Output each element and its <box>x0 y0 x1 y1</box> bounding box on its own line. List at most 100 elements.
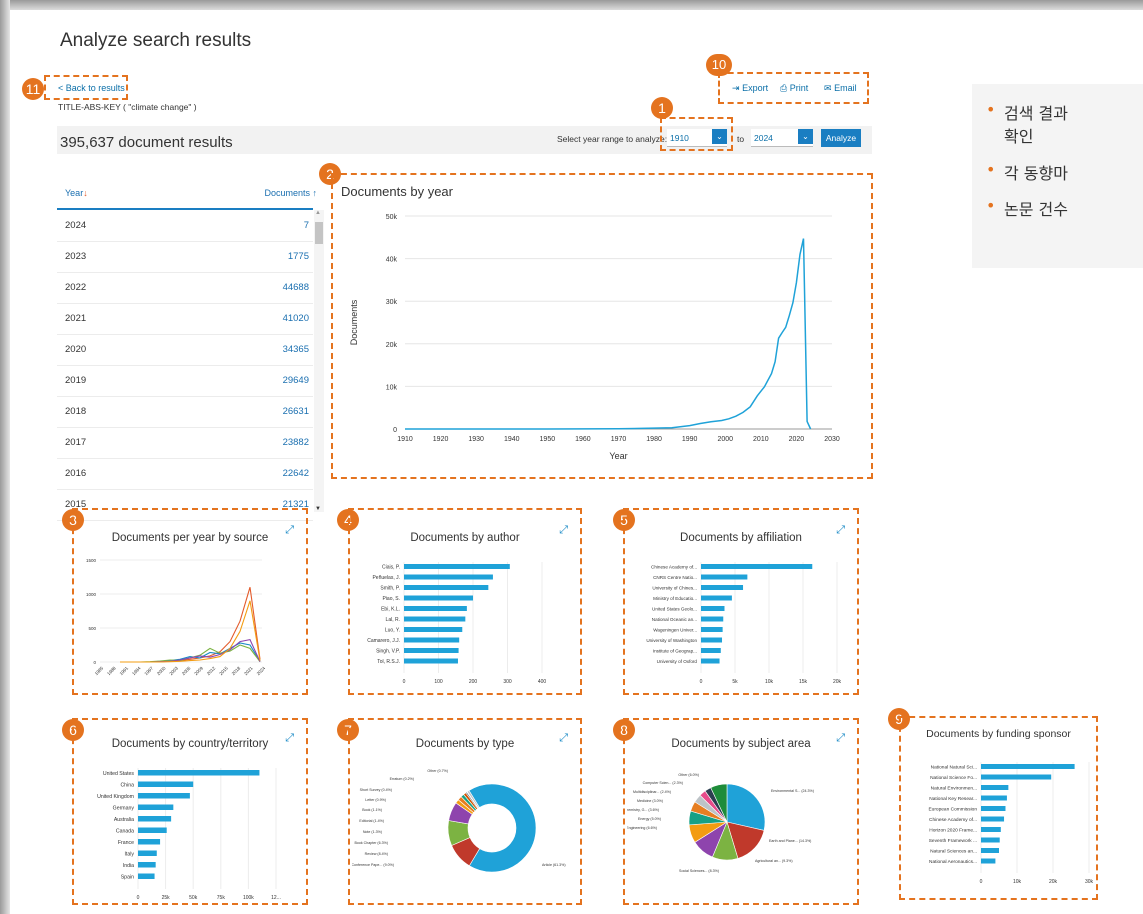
bar[interactable] <box>138 839 161 845</box>
row-documents-link[interactable]: 7 <box>304 220 309 231</box>
row-documents-link[interactable]: 26631 <box>283 406 309 417</box>
y-tick-label: 30k <box>386 299 398 306</box>
bar[interactable] <box>981 816 1005 822</box>
expand-icon[interactable]: ⤢ <box>559 732 568 745</box>
bar[interactable] <box>138 827 167 834</box>
by-type-chart: Article (61.3%) Other (0.7%) Erratum (0.2%… <box>352 769 566 873</box>
x-tick-label: 2024 <box>256 665 267 676</box>
bar[interactable] <box>981 785 1009 790</box>
x-tick-label: 0 <box>403 679 406 685</box>
bar[interactable] <box>404 616 466 622</box>
window-top-border <box>0 0 1143 10</box>
expand-icon[interactable]: ⤢ <box>285 524 294 537</box>
bar[interactable] <box>404 658 458 664</box>
x-tick-label: 1991 <box>119 665 130 676</box>
x-tick-label: 20k <box>1049 879 1058 885</box>
bar[interactable] <box>701 627 723 632</box>
row-documents-link[interactable]: 29649 <box>283 375 309 386</box>
bar[interactable] <box>701 564 813 569</box>
y-tick-label: 0 <box>93 660 96 665</box>
category-label: National Aeronautics... <box>929 859 977 865</box>
row-documents-link[interactable]: 1775 <box>288 251 309 262</box>
bar[interactable] <box>701 585 744 590</box>
back-to-results-link[interactable]: < Back to results <box>58 83 125 93</box>
scroll-down-arrow[interactable]: ▼ <box>315 506 321 512</box>
bar[interactable] <box>404 574 493 580</box>
year-to-select[interactable]: 2024 ⌄ <box>751 129 813 147</box>
bar[interactable] <box>404 585 489 590</box>
table-scrollbar[interactable]: ▲ ▼ <box>314 210 324 512</box>
bar[interactable] <box>404 637 460 643</box>
row-documents-link[interactable]: 41020 <box>283 313 309 324</box>
scrollbar-thumb[interactable] <box>315 222 323 244</box>
search-query: TITLE-ABS-KEY ( "climate change" ) <box>58 102 197 112</box>
bar[interactable] <box>138 770 260 776</box>
col-year-header[interactable]: Year↓ <box>65 188 88 198</box>
expand-icon[interactable]: ⤢ <box>285 732 294 745</box>
expand-icon[interactable]: ⤢ <box>836 732 845 745</box>
bar[interactable] <box>701 616 724 622</box>
bar[interactable] <box>701 648 721 653</box>
bar[interactable] <box>138 862 156 868</box>
bar[interactable] <box>138 816 172 822</box>
bar[interactable] <box>404 595 473 601</box>
print-button[interactable]: ⎙ Print <box>780 83 808 94</box>
bar[interactable] <box>404 606 467 611</box>
bar[interactable] <box>138 781 194 788</box>
bar[interactable] <box>981 774 1052 780</box>
bar[interactable] <box>404 564 510 569</box>
row-documents-link[interactable]: 22642 <box>283 468 309 479</box>
category-label: Singh, V.P. <box>376 649 400 655</box>
pie-slice[interactable] <box>468 783 537 873</box>
slice-label: Medicine (3.0%) <box>637 799 663 803</box>
x-tick-label: 5k <box>732 679 738 685</box>
bar[interactable] <box>981 837 1000 843</box>
bar[interactable] <box>981 764 1075 769</box>
bar[interactable] <box>981 806 1006 811</box>
expand-icon[interactable]: ⤢ <box>559 524 568 537</box>
x-tick-label: 2006 <box>181 665 192 676</box>
bar[interactable] <box>981 848 999 853</box>
bar[interactable] <box>701 606 725 611</box>
bar[interactable] <box>404 648 459 653</box>
col-docs-header[interactable]: Documents ↑ <box>264 188 317 198</box>
x-tick-label: 2000 <box>156 665 167 676</box>
row-documents-link[interactable]: 44688 <box>283 282 309 293</box>
scroll-up-arrow[interactable]: ▲ <box>315 210 321 216</box>
expand-icon[interactable]: ⤢ <box>836 524 845 537</box>
export-button[interactable]: ⇥ Export <box>732 83 768 94</box>
email-button[interactable]: ✉ Email <box>824 83 857 94</box>
x-tick-label: 1960 <box>575 436 591 443</box>
category-label: United States Geolo... <box>652 607 697 612</box>
category-label: India <box>123 863 134 869</box>
bar[interactable] <box>981 827 1001 832</box>
slice-label: Computer Scien... (2.3%) <box>643 781 683 785</box>
year-from-select[interactable]: 1910 ⌄ <box>667 129 727 147</box>
bar[interactable] <box>138 793 190 799</box>
category-label: Lal, R. <box>386 617 400 623</box>
category-label: Ciais, P. <box>382 565 400 571</box>
email-icon: ✉ <box>824 83 832 93</box>
row-documents-link[interactable]: 34365 <box>283 344 309 355</box>
bar[interactable] <box>701 595 732 601</box>
bar[interactable] <box>701 637 723 643</box>
bar[interactable] <box>701 574 748 580</box>
bar[interactable] <box>138 873 155 880</box>
bar[interactable] <box>138 850 157 857</box>
bar[interactable] <box>404 627 463 632</box>
analyze-button[interactable]: Analyze <box>821 129 861 147</box>
year-to-label: to <box>737 134 745 144</box>
bar[interactable] <box>981 795 1007 801</box>
panel-title-by-funding: Documents by funding sponsor <box>926 728 1071 740</box>
bar[interactable] <box>701 658 720 664</box>
x-tick-label: 1930 <box>468 436 484 443</box>
y-tick-label: 50k <box>386 214 398 221</box>
bar[interactable] <box>981 858 996 864</box>
category-label: National Oceanic an... <box>652 617 697 622</box>
bar[interactable] <box>138 804 174 811</box>
x-axis-label: Year <box>609 451 627 461</box>
category-label: United Kingdom <box>97 794 134 800</box>
y-tick-label: 40k <box>386 257 398 264</box>
slice-label: Energy (5.0%) <box>638 817 661 821</box>
row-documents-link[interactable]: 23882 <box>283 437 309 448</box>
